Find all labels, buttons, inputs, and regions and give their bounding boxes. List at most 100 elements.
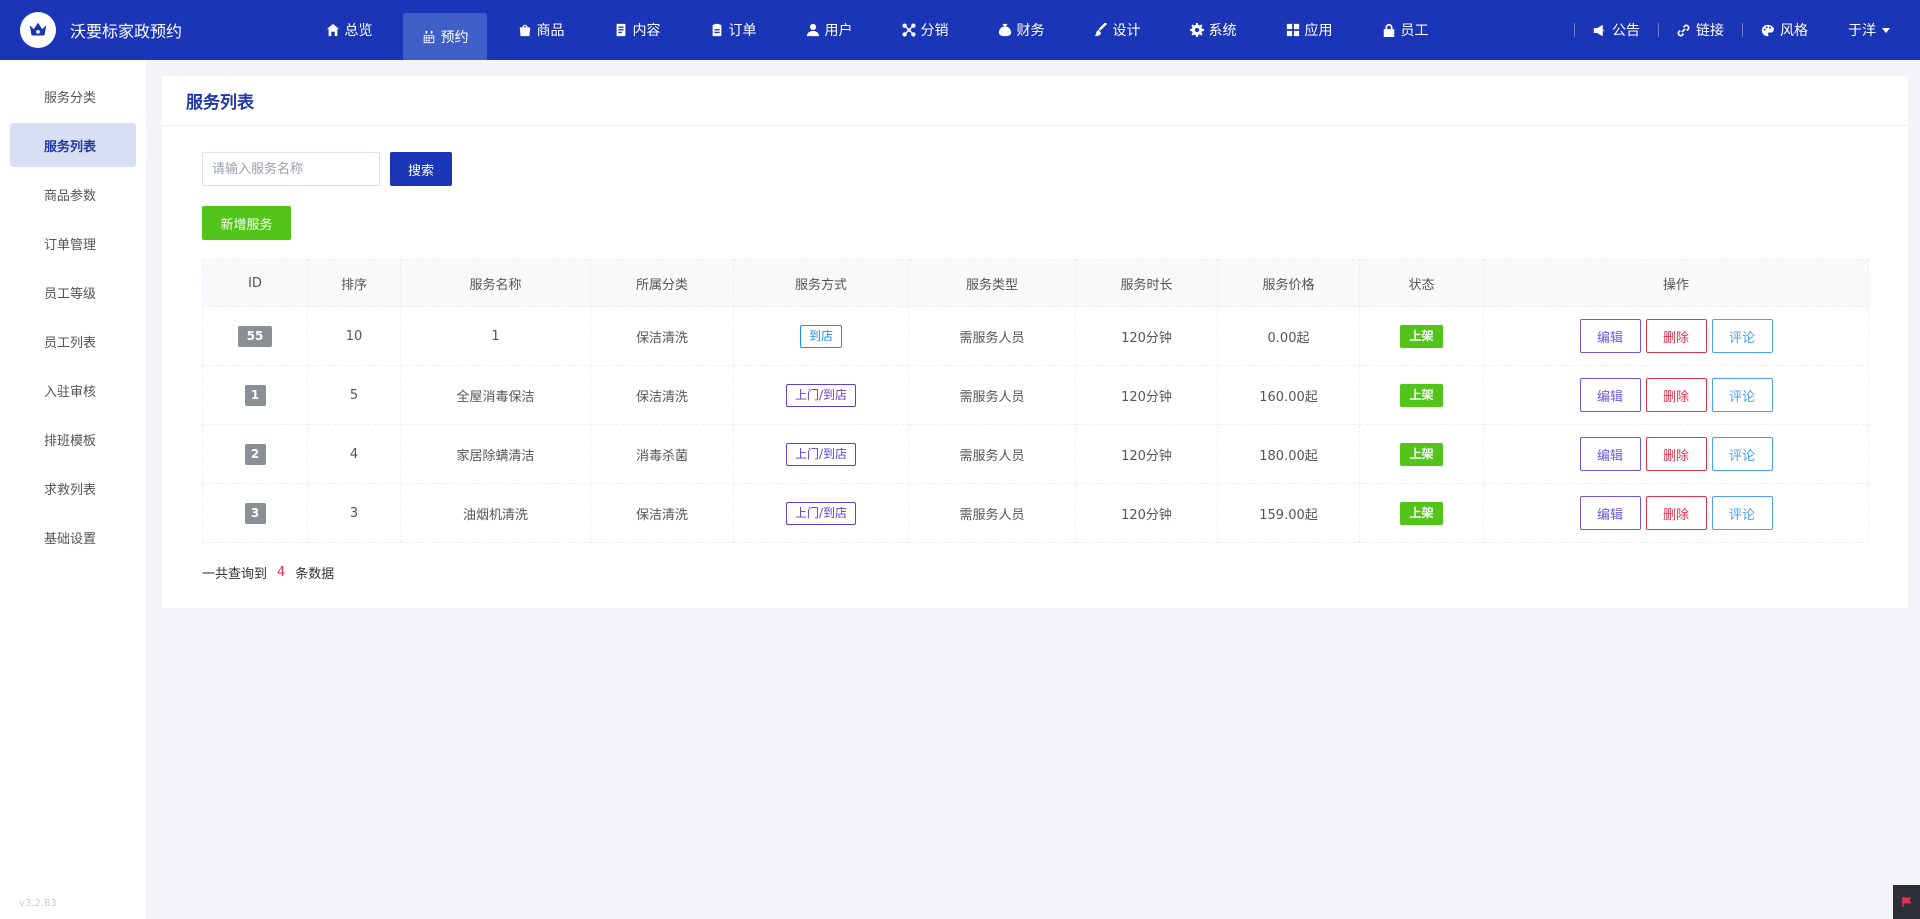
category-cell: 消毒杀菌 bbox=[590, 424, 734, 484]
category-cell: 保洁清洗 bbox=[590, 483, 734, 543]
price-cell: 0.00起 bbox=[1217, 306, 1360, 366]
nav-item-finance[interactable]: 财务 bbox=[979, 0, 1063, 60]
status-badge[interactable]: 上架 bbox=[1400, 383, 1443, 407]
name-cell: 全屋消毒保洁 bbox=[400, 365, 591, 425]
nav-item-label: 内容 bbox=[632, 23, 661, 39]
sidebar-item-service-category[interactable]: 服务分类 bbox=[10, 74, 136, 118]
home-icon bbox=[326, 23, 339, 37]
id-badge: 3 bbox=[244, 502, 266, 524]
review-button[interactable]: 评论 bbox=[1711, 496, 1773, 530]
nav-item-label: 分销 bbox=[920, 23, 949, 39]
edit-button[interactable]: 编辑 bbox=[1579, 437, 1641, 471]
nav-item-label: 预约 bbox=[440, 29, 469, 46]
status-badge[interactable]: 上架 bbox=[1400, 442, 1443, 466]
megaphone-icon bbox=[1593, 24, 1605, 36]
sidebar-item-basic-settings[interactable]: 基础设置 bbox=[10, 515, 136, 559]
column-header-type[interactable]: 服务类型 bbox=[908, 259, 1076, 307]
top-navbar: 沃要标家政预约 总览 预约 商品 内容 订单 用户 分销 财务 设计 系统 应用… bbox=[0, 0, 1920, 60]
column-header-mode[interactable]: 服务方式 bbox=[733, 259, 909, 307]
sidebar-item-goods-params[interactable]: 商品参数 bbox=[10, 172, 136, 216]
status-badge[interactable]: 上架 bbox=[1400, 501, 1443, 525]
id-badge: 2 bbox=[244, 443, 266, 465]
column-header-duration[interactable]: 服务时长 bbox=[1075, 259, 1218, 307]
announcement-label: 公告 bbox=[1612, 23, 1640, 39]
style-button[interactable]: 风格 bbox=[1743, 20, 1826, 40]
sidebar-item-staff-list[interactable]: 员工列表 bbox=[10, 319, 136, 363]
duration-cell: 120分钟 bbox=[1075, 306, 1218, 366]
result-count-suffix: 条数据 bbox=[295, 567, 335, 582]
edit-button[interactable]: 编辑 bbox=[1579, 378, 1641, 412]
app-name: 沃要标家政预约 bbox=[70, 22, 183, 41]
delete-button[interactable]: 删除 bbox=[1645, 319, 1707, 353]
review-button[interactable]: 评论 bbox=[1711, 378, 1773, 412]
crown-icon bbox=[20, 12, 56, 48]
announcement-link[interactable]: 公告 bbox=[1575, 20, 1658, 40]
type-cell: 需服务人员 bbox=[908, 365, 1076, 425]
nav-item-users[interactable]: 用户 bbox=[787, 0, 871, 60]
mode-tag: 上门/到店 bbox=[785, 501, 857, 525]
sidebar-item-schedule-template[interactable]: 排班模板 bbox=[10, 417, 136, 461]
status-badge[interactable]: 上架 bbox=[1400, 324, 1443, 348]
result-count-prefix: 一共查询到 bbox=[202, 567, 268, 582]
nav-item-staff[interactable]: 员工 bbox=[1363, 0, 1447, 60]
user-menu[interactable]: 于洋 bbox=[1848, 20, 1890, 40]
nav-item-content[interactable]: 内容 bbox=[595, 0, 679, 60]
add-service-button[interactable]: 新增服务 bbox=[202, 206, 291, 240]
service-table: ID 排序 服务名称 所属分类 服务方式 服务类型 服务时长 服务价格 状态 操… bbox=[202, 259, 1869, 543]
nav-item-orders[interactable]: 订单 bbox=[691, 0, 775, 60]
sidebar-item-order-management[interactable]: 订单管理 bbox=[10, 221, 136, 265]
sort-cell: 4 bbox=[307, 424, 401, 484]
column-header-id[interactable]: ID bbox=[202, 259, 308, 307]
nav-item-goods[interactable]: 商品 bbox=[499, 0, 583, 60]
nav-item-label: 员工 bbox=[1400, 23, 1429, 39]
review-button[interactable]: 评论 bbox=[1711, 319, 1773, 353]
review-button[interactable]: 评论 bbox=[1711, 437, 1773, 471]
column-header-status[interactable]: 状态 bbox=[1359, 259, 1484, 307]
column-header-price[interactable]: 服务价格 bbox=[1217, 259, 1360, 307]
delete-button[interactable]: 删除 bbox=[1645, 437, 1707, 471]
row-actions: 编辑 删除 评论 bbox=[1484, 496, 1868, 530]
edit-button[interactable]: 编辑 bbox=[1579, 319, 1641, 353]
search-button[interactable]: 搜索 bbox=[390, 152, 452, 186]
user-icon bbox=[806, 23, 819, 37]
panel-header: 服务列表 bbox=[162, 76, 1908, 126]
nav-item-label: 用户 bbox=[824, 23, 853, 39]
column-header-name[interactable]: 服务名称 bbox=[400, 259, 591, 307]
bag-icon bbox=[519, 24, 530, 37]
link-button[interactable]: 链接 bbox=[1659, 20, 1742, 40]
share-icon bbox=[901, 23, 916, 37]
nav-item-overview[interactable]: 总览 bbox=[307, 0, 391, 60]
name-cell: 1 bbox=[400, 306, 591, 366]
document-icon bbox=[616, 23, 625, 37]
table-row: 1 5 全屋消毒保洁 保洁清洗 上门/到店 需服务人员 120分钟 160.00… bbox=[202, 365, 1869, 425]
delete-button[interactable]: 删除 bbox=[1645, 496, 1707, 530]
flag-icon[interactable] bbox=[1893, 885, 1920, 919]
app-logo[interactable]: 沃要标家政预约 bbox=[0, 0, 295, 60]
sidebar-item-rescue-list[interactable]: 求救列表 bbox=[10, 466, 136, 510]
chevron-down-icon bbox=[1882, 27, 1890, 33]
sort-cell: 10 bbox=[307, 306, 401, 366]
edit-button[interactable]: 编辑 bbox=[1579, 496, 1641, 530]
sidebar-item-onboarding-review[interactable]: 入驻审核 bbox=[10, 368, 136, 412]
nav-item-apps[interactable]: 应用 bbox=[1267, 0, 1351, 60]
sidebar-item-staff-level[interactable]: 员工等级 bbox=[10, 270, 136, 314]
delete-button[interactable]: 删除 bbox=[1645, 378, 1707, 412]
duration-cell: 120分钟 bbox=[1075, 424, 1218, 484]
column-header-category[interactable]: 所属分类 bbox=[590, 259, 734, 307]
mode-tag: 到店 bbox=[799, 324, 842, 348]
search-input[interactable] bbox=[202, 152, 380, 186]
nav-item-design[interactable]: 设计 bbox=[1075, 0, 1159, 60]
nav-item-label: 系统 bbox=[1208, 23, 1237, 39]
nav-item-system[interactable]: 系统 bbox=[1171, 0, 1255, 60]
category-cell: 保洁清洗 bbox=[590, 365, 734, 425]
nav-item-booking[interactable]: 预约 bbox=[403, 13, 487, 60]
price-cell: 159.00起 bbox=[1217, 483, 1360, 543]
sidebar-item-service-list[interactable]: 服务列表 bbox=[10, 123, 136, 167]
service-list-panel: 服务列表 搜索 新增服务 ID 排序 服务名称 所属分类 服务方式 服务类型 服… bbox=[162, 76, 1908, 608]
table-row: 3 3 油烟机清洗 保洁清洗 上门/到店 需服务人员 120分钟 159.00起… bbox=[202, 483, 1869, 543]
duration-cell: 120分钟 bbox=[1075, 365, 1218, 425]
result-count-value: 4 bbox=[277, 565, 286, 580]
nav-item-label: 财务 bbox=[1016, 23, 1045, 39]
nav-item-distribution[interactable]: 分销 bbox=[883, 0, 967, 60]
column-header-sort[interactable]: 排序 bbox=[307, 259, 401, 307]
